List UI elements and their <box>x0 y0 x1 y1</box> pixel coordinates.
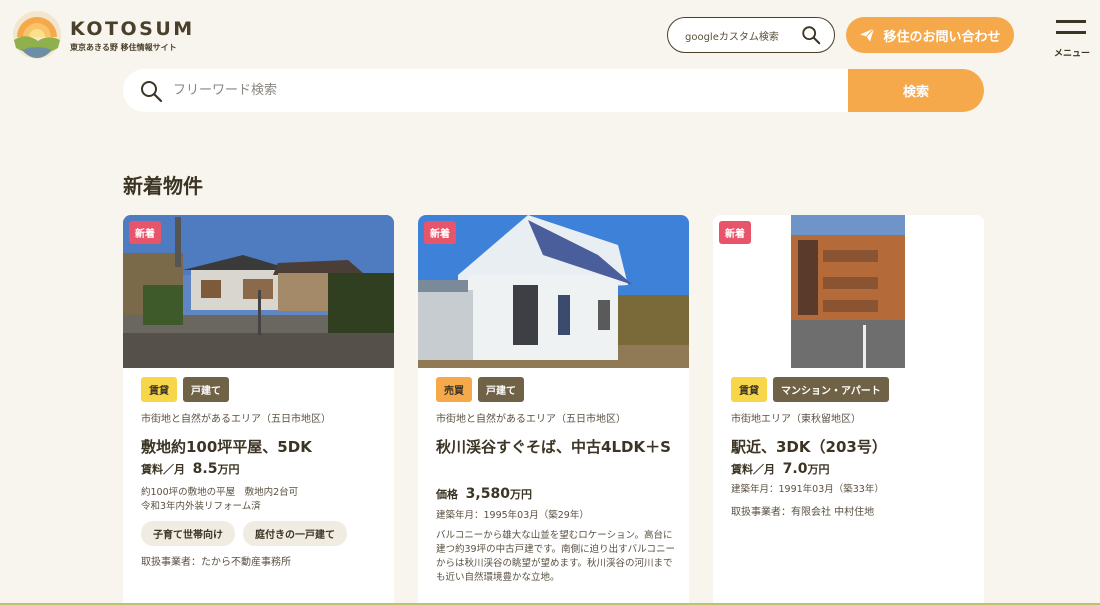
price: 価格 3,580万円 <box>436 486 532 502</box>
dealer-label: 取扱事業者：有限会社 中村住地 <box>731 507 875 518</box>
price: 賃料／月 8.5万円 <box>141 461 239 477</box>
logo-mark-icon <box>13 11 61 59</box>
logo-subtitle: 東京あきる野 移住情報サイト <box>70 42 177 52</box>
deal-type-tag: 賃貸 <box>731 377 767 402</box>
hamburger-line-icon <box>1056 20 1086 23</box>
area-label: 市街地と自然があるエリア（五日市地区） <box>141 414 331 425</box>
logo-title: KOTOSUM <box>70 17 195 40</box>
new-badge: 新着 <box>424 221 456 244</box>
price-value: 3,580 <box>465 486 510 502</box>
built-date: 建築年月：1995年03月（築29年） <box>436 510 589 521</box>
area-label: 市街地エリア（東秋留地区） <box>731 414 861 425</box>
price: 賃料／月 7.0万円 <box>731 461 829 477</box>
property-description: バルコニーから雄大な山並を望むロケーション。高台に建つ約39坪の中古戸建です。南… <box>436 530 675 583</box>
google-custom-search[interactable]: googleカスタム検索 <box>667 17 835 53</box>
deal-type-tag: 賃貸 <box>141 377 177 402</box>
new-badge: 新着 <box>129 221 161 244</box>
price-unit: 万円 <box>217 463 240 476</box>
property-type-tag: 戸建て <box>478 377 524 402</box>
hamburger-menu-button[interactable]: メニュー <box>1050 18 1092 60</box>
property-type-tag: マンション・アパート <box>773 377 889 402</box>
feature-chip[interactable]: 子育て世帯向け <box>141 521 235 546</box>
contact-button-label: 移住のお問い合わせ <box>883 29 1001 45</box>
contact-button[interactable]: 移住のお問い合わせ <box>846 17 1014 53</box>
search-icon <box>141 81 163 103</box>
paper-plane-icon <box>860 28 875 42</box>
section-title: 新着物件 <box>123 174 203 198</box>
price-label: 賃料／月 <box>731 463 775 476</box>
dealer-label: 取扱事業者：たから不動産事務所 <box>141 557 291 568</box>
property-title: 駅近、3DK（203号） <box>731 438 887 456</box>
site-logo[interactable]: KOTOSUM 東京あきる野 移住情報サイト <box>12 10 195 60</box>
property-title: 敷地約100坪平屋、5DK <box>141 438 312 456</box>
property-card[interactable]: 新着 賃貸 戸建て 市街地と自然があるエリア（五日市地区） 敷地約100坪平屋、… <box>123 215 394 605</box>
search-icon <box>802 26 821 45</box>
property-photo: 新着 <box>713 215 984 368</box>
price-unit: 万円 <box>807 463 830 476</box>
property-card[interactable]: 新着 売買 戸建て 市街地と自然があるエリア（五日市地区） 秋川渓谷すぐそば、中… <box>418 215 689 605</box>
deal-type-tag: 売買 <box>436 377 472 402</box>
google-search-label: googleカスタム検索 <box>685 31 779 43</box>
freeword-search-bar: 検索 <box>123 69 984 112</box>
property-photo: 新着 <box>123 215 394 368</box>
price-label: 賃料／月 <box>141 463 185 476</box>
price-value: 7.0 <box>782 461 808 477</box>
hamburger-line-icon <box>1056 31 1086 34</box>
built-date: 建築年月：1991年03月（築33年） <box>731 484 884 495</box>
feature-chip[interactable]: 庭付きの一戸建て <box>243 521 347 546</box>
description-line: 約100坪の敷地の平屋 敷地内2台可 <box>141 487 299 498</box>
description-line: 令和3年内外装リフォーム済 <box>141 501 261 512</box>
menu-label: メニュー <box>1053 49 1090 59</box>
property-description: 約100坪の敷地の平屋 敷地内2台可 令和3年内外装リフォーム済 <box>141 486 381 514</box>
property-title: 秋川渓谷すぐそば、中古4LDK＋S <box>436 438 671 456</box>
search-submit-button[interactable]: 検索 <box>848 69 984 112</box>
new-badge: 新着 <box>719 221 751 244</box>
freeword-search-input[interactable] <box>173 69 963 112</box>
area-label: 市街地と自然があるエリア（五日市地区） <box>436 414 626 425</box>
property-card[interactable]: 新着 賃貸 マンション・アパート 市街地エリア（東秋留地区） 駅近、3DK（20… <box>713 215 984 605</box>
price-label: 価格 <box>436 488 458 501</box>
property-photo: 新着 <box>418 215 689 368</box>
price-unit: 万円 <box>509 488 532 501</box>
price-value: 8.5 <box>192 461 218 477</box>
site-header: KOTOSUM 東京あきる野 移住情報サイト googleカスタム検索 移住のお… <box>0 0 1100 68</box>
property-type-tag: 戸建て <box>183 377 229 402</box>
